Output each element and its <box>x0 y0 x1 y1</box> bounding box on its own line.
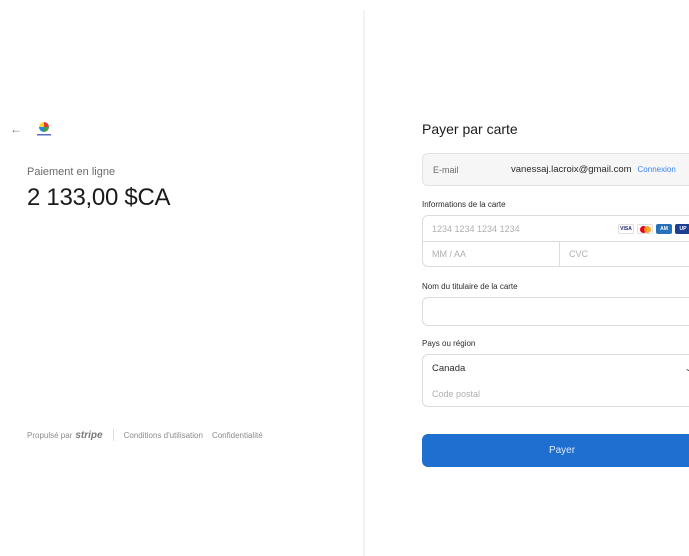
merchant-subtitle: Paiement en ligne <box>27 166 116 178</box>
cvc-input[interactable]: CVC <box>560 242 689 266</box>
pay-button[interactable]: Payer <box>422 434 689 467</box>
cardholder-label: Nom du titulaire de la carte <box>422 282 518 291</box>
email-value: vanessaj.lacroix@gmail.com <box>511 164 632 175</box>
email-label: E-mail <box>433 164 459 175</box>
card-number-row: 1234 1234 1234 1234 VISA AM UP <box>423 216 689 241</box>
country-select[interactable]: Canada ⌄ <box>423 355 689 381</box>
visa-icon: VISA <box>618 223 634 234</box>
card-info-group: 1234 1234 1234 1234 VISA AM UP MM / AA C… <box>422 215 689 267</box>
card-brands: VISA AM UP <box>618 223 689 234</box>
email-field[interactable]: E-mail vanessaj.lacroix@gmail.com Connex… <box>422 153 689 186</box>
country-label: Pays ou région <box>422 339 476 348</box>
footer: Propulsé par stripe Conditions d'utilisa… <box>27 429 272 441</box>
login-link[interactable]: Connexion <box>638 165 676 174</box>
country-value: Canada <box>432 362 466 374</box>
payment-title: Payer par carte <box>422 121 518 137</box>
back-row: ← <box>10 119 54 139</box>
arrow-left-icon[interactable]: ← <box>10 122 22 136</box>
card-brand-icon: UP <box>675 223 689 234</box>
mastercard-icon <box>637 223 653 234</box>
terms-link[interactable]: Conditions d'utilisation <box>124 431 203 440</box>
expiry-input[interactable]: MM / AA <box>423 242 560 266</box>
stripe-logo[interactable]: stripe <box>75 430 102 441</box>
card-number-input[interactable]: 1234 1234 1234 1234 <box>423 216 618 241</box>
privacy-link[interactable]: Confidentialité <box>212 431 263 440</box>
amex-icon: AM <box>656 223 672 234</box>
footer-divider <box>112 429 114 441</box>
merchant-panel: ← Paiement en ligne 2 133,00 $CA Propuls… <box>0 0 363 556</box>
powered-by-label: Propulsé par <box>27 430 73 440</box>
cardholder-input[interactable] <box>422 297 689 326</box>
chevron-down-icon: ⌄ <box>684 362 689 373</box>
postal-row: Code postal <box>423 381 689 406</box>
payment-amount: 2 133,00 $CA <box>27 184 171 211</box>
merchant-logo-icon <box>34 119 54 139</box>
payment-panel: Payer par carte E-mail vanessaj.lacroix@… <box>365 0 689 556</box>
postal-code-input[interactable]: Code postal <box>423 381 689 406</box>
country-group: Canada ⌄ Code postal <box>422 354 689 407</box>
expiry-cvc-row: MM / AA CVC <box>423 241 689 266</box>
card-info-label: Informations de la carte <box>422 200 506 209</box>
